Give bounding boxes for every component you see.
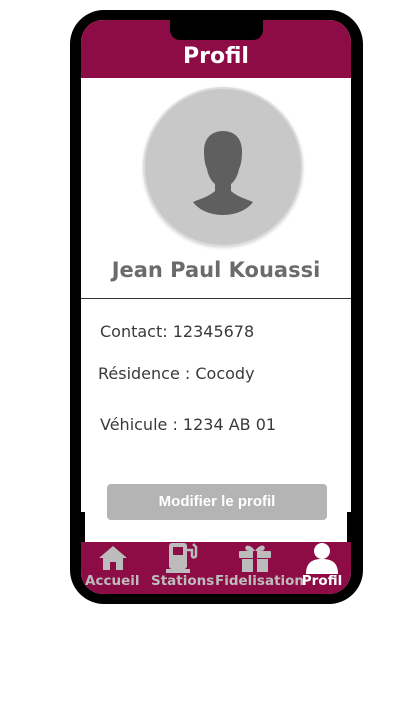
page-title: Profil [183, 44, 249, 69]
nav-item-accueil[interactable]: Accueil [85, 542, 139, 594]
nav-item-stations[interactable]: Stations [151, 542, 215, 594]
app-screen: Profil Jean Paul Kouassi Contact: 123456… [81, 20, 351, 594]
frame-edge-left [81, 512, 85, 542]
nav-item-fidelisation[interactable]: Fidelisation [215, 542, 305, 594]
nav-label-profil: Profil [301, 573, 343, 589]
contact-text: Contact: 12345678 [100, 322, 255, 341]
phone-notch [170, 18, 263, 40]
nav-label-accueil: Accueil [85, 573, 140, 589]
fuel-station-icon [166, 543, 198, 573]
residence-text: Résidence : Cocody [98, 364, 255, 383]
nav-label-stations: Stations [151, 573, 215, 589]
avatar[interactable] [143, 87, 303, 247]
nav-label-fidelisation: Fidelisation [215, 573, 305, 589]
user-name: Jean Paul Kouassi [111, 258, 321, 282]
bottom-nav: Accueil Stations Fidelisation Profil [81, 542, 351, 594]
frame-edge-right [347, 512, 351, 542]
home-icon [99, 546, 127, 570]
nav-item-profil[interactable]: Profil [297, 542, 347, 594]
gift-icon [239, 545, 271, 572]
user-silhouette-icon [193, 131, 253, 215]
vehicle-text: Véhicule : 1234 AB 01 [100, 415, 277, 434]
edit-profile-button[interactable]: Modifier le profil [107, 484, 327, 520]
user-icon [306, 543, 338, 574]
divider [81, 298, 351, 299]
